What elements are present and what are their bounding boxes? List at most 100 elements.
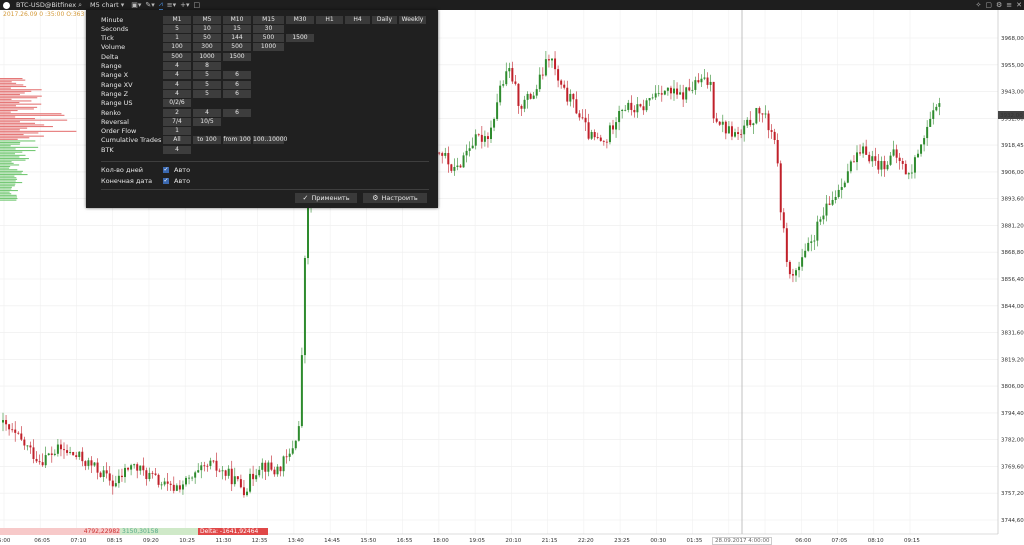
period-button[interactable]: 6 [223, 80, 251, 89]
candle-body [197, 470, 200, 473]
period-button[interactable]: 1 [163, 127, 191, 136]
settings-button[interactable]: ⚙ Настроить [363, 193, 427, 203]
candle-body [846, 171, 849, 183]
period-button[interactable]: 15 [223, 24, 251, 33]
period-button[interactable]: to 100 [193, 136, 221, 145]
gear-icon[interactable]: ⚙ [996, 1, 1002, 9]
profile-bar [0, 153, 16, 155]
period-button[interactable]: 1000 [253, 43, 284, 52]
period-button[interactable]: 1 [163, 34, 191, 43]
period-button[interactable]: 8 [193, 62, 221, 70]
period-button[interactable]: 6 [223, 71, 251, 80]
period-button[interactable]: 4 [193, 108, 221, 117]
period-button[interactable]: 500 [223, 43, 251, 52]
timeframe-button-m1[interactable]: M1 [163, 15, 191, 24]
candle-body [215, 460, 218, 471]
timeframe-button-weekly[interactable]: Weekly [399, 15, 426, 24]
indicators-icon[interactable]: ≡▾ [167, 1, 176, 9]
chart-line-icon[interactable]: ⩘ [158, 0, 163, 10]
period-button[interactable]: 1500 [286, 34, 314, 43]
window-icon[interactable]: □ [194, 1, 201, 9]
period-button[interactable]: 50 [193, 34, 221, 43]
period-button[interactable]: 6 [223, 108, 251, 117]
search-icon[interactable]: ⌕ [78, 1, 82, 10]
timeframe-button-daily[interactable]: Daily [372, 15, 397, 24]
candle-body [578, 113, 581, 118]
period-button[interactable]: 10/5 [193, 117, 221, 126]
period-button[interactable]: 500 [253, 34, 284, 43]
period-button[interactable]: 300 [193, 43, 221, 52]
period-button[interactable]: 2 [163, 108, 191, 117]
timeframe-button-m10[interactable]: M10 [223, 15, 251, 24]
candle-body [630, 102, 633, 110]
profile-bar [0, 81, 12, 83]
candle-body [648, 97, 651, 101]
end-date-option[interactable]: Конечная дата ✓ Авто [101, 176, 301, 185]
period-button[interactable]: 4 [163, 71, 191, 80]
symbol-selector[interactable]: BTC-USD@Bitfinex ⌕ [13, 0, 87, 10]
candle-body [447, 153, 450, 165]
candle-body [544, 59, 547, 76]
candle-body [172, 484, 175, 491]
period-button[interactable]: 100 [163, 43, 191, 52]
candle-body [782, 212, 785, 229]
timeframe-button-m15[interactable]: M15 [253, 15, 284, 24]
delta-box: Delta: -1641,92464 [198, 528, 268, 535]
period-button[interactable]: 6 [223, 89, 251, 98]
period-button[interactable]: 10 [193, 24, 221, 33]
volume-buy-box: 3150,30158 [120, 528, 200, 535]
profile-bar [0, 116, 16, 118]
candle-body [26, 445, 29, 447]
candle-body [252, 473, 255, 480]
candle-body [767, 113, 770, 131]
period-button[interactable]: 5 [193, 89, 221, 98]
days-option[interactable]: Кол-во дней ✓ Авто [101, 165, 301, 174]
timeframe-button-m5[interactable]: M5 [193, 15, 221, 24]
bars-icon[interactable]: ≡ [1006, 1, 1012, 9]
period-button[interactable]: 1500 [223, 52, 251, 61]
candle-body [816, 221, 819, 241]
screen-icon[interactable]: ▣▾ [131, 1, 141, 9]
candle-body [669, 87, 672, 94]
candle-body [608, 125, 611, 143]
apply-button[interactable]: ✓ Применить [295, 193, 357, 203]
timeframe-button-m30[interactable]: M30 [286, 15, 314, 24]
candle-body [633, 109, 636, 113]
period-button[interactable]: 0/2/6 [163, 99, 191, 108]
pencil-icon[interactable]: ✎▾ [145, 1, 154, 9]
period-button[interactable]: 4 [163, 145, 191, 154]
candle-body [938, 103, 941, 107]
period-button[interactable]: 4 [163, 89, 191, 98]
period-button[interactable]: 100..10000 [253, 136, 287, 145]
candle-body [825, 203, 828, 216]
candle-body [871, 156, 874, 162]
period-button[interactable]: 5 [193, 71, 221, 80]
panel-row: Range 4 8 [86, 62, 438, 71]
candle-body [32, 447, 35, 459]
period-button[interactable]: 5 [193, 80, 221, 89]
candle-body [255, 475, 258, 480]
period-button[interactable]: 5 [163, 24, 191, 33]
candle-body [859, 152, 862, 154]
days-option-checkbox[interactable]: ✓ [163, 166, 169, 173]
period-button[interactable]: 30 [253, 24, 284, 33]
period-button[interactable]: 1000 [193, 52, 221, 61]
period-button[interactable]: 500 [163, 52, 191, 61]
wand-icon[interactable]: ✧ [975, 1, 981, 9]
period-button[interactable]: All [163, 136, 191, 145]
lock-icon[interactable]: ▢ [985, 1, 992, 9]
period-button[interactable]: 144 [223, 34, 251, 43]
panel-row: Order Flow 1 [86, 127, 438, 136]
period-button[interactable]: from 100 [223, 136, 251, 145]
close-icon[interactable]: ✕ [1016, 1, 1022, 9]
period-button[interactable]: 4 [163, 80, 191, 89]
chart-type-dropdown[interactable]: M5 chart ▾ [87, 0, 129, 10]
period-button[interactable]: 4 [163, 62, 191, 70]
plus-icon[interactable]: +▾ [180, 1, 189, 9]
end-date-option-checkbox[interactable]: ✓ [163, 177, 169, 184]
timeframe-button-h1[interactable]: H1 [316, 15, 343, 24]
candle-body [538, 74, 541, 90]
timeframe-button-h4[interactable]: H4 [345, 15, 370, 24]
period-button[interactable]: 7/4 [163, 117, 191, 126]
time-tick-label: 11:30 [215, 538, 231, 544]
